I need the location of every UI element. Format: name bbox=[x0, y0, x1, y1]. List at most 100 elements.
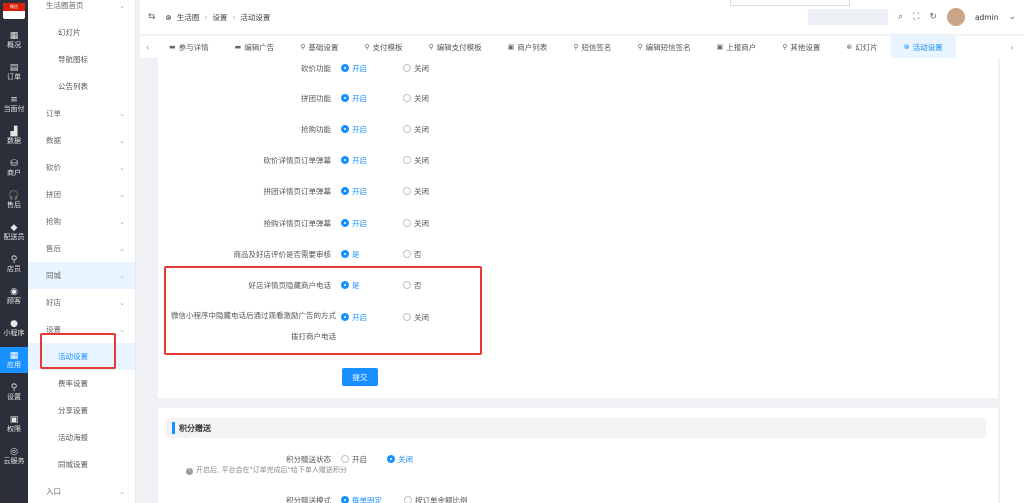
breadcrumb-item-2[interactable]: 设置 bbox=[212, 12, 227, 23]
rail-item[interactable]: ◆ 配送员 bbox=[0, 219, 28, 245]
refresh-icon[interactable]: ↻ bbox=[929, 12, 937, 22]
rail-item[interactable]: ▟ 数据 bbox=[0, 123, 28, 149]
rail-item[interactable]: ▦ 概况 bbox=[0, 27, 28, 53]
breadcrumb-item-1[interactable]: 生活圈 bbox=[177, 12, 200, 23]
option-on-radio[interactable]: 开启 bbox=[341, 155, 391, 166]
tab-label: 编辑短信签名 bbox=[645, 42, 691, 52]
tab[interactable]: ⊗ 幻灯片 bbox=[833, 36, 890, 58]
rail-item[interactable]: ◉ 顾客 bbox=[0, 283, 28, 309]
subnav-group-item[interactable]: 砍价 ⌄ bbox=[28, 154, 135, 181]
option-on-radio[interactable]: 开启 bbox=[341, 63, 391, 74]
subnav-group-item[interactable]: 入口 ⌄ bbox=[28, 478, 135, 503]
sidebar-toggle-icon[interactable]: ⇆ bbox=[148, 12, 156, 22]
rail-item[interactable]: ▣ 权限 bbox=[0, 411, 28, 437]
option-off-radio[interactable]: 关闭 bbox=[403, 186, 453, 197]
tab[interactable]: ⚲ 短信签名 bbox=[560, 36, 624, 58]
subnav-group-item[interactable]: 生活圈首页 ⌄ bbox=[28, 0, 135, 19]
breadcrumb-separator: › bbox=[232, 12, 236, 22]
avatar[interactable] bbox=[946, 8, 965, 26]
subnav-child-item[interactable]: 活动海报 bbox=[28, 424, 135, 451]
tab[interactable]: ⚲ 其他设置 bbox=[769, 36, 833, 58]
rail-item[interactable]: ● 小程序 bbox=[0, 315, 28, 341]
rail-item[interactable]: ◎ 云服务 bbox=[0, 443, 28, 469]
subnav-group-item[interactable]: 拼团 ⌄ bbox=[28, 181, 135, 208]
subnav-child-item[interactable]: 分享设置 bbox=[28, 397, 135, 424]
option-on-radio[interactable]: 开启 bbox=[341, 218, 391, 229]
subnav-group-item[interactable]: 同城 ⌄ bbox=[28, 262, 135, 289]
subnav-child-item[interactable]: 公告列表 bbox=[28, 73, 135, 100]
option-off-radio[interactable]: 关闭 bbox=[403, 218, 453, 229]
subnav-child-item[interactable]: 导航图标 bbox=[28, 46, 135, 73]
option-on-radio[interactable]: 开启 bbox=[341, 93, 391, 104]
rail-item[interactable]: ▤ 订单 bbox=[0, 59, 28, 85]
subnav-label: 导航图标 bbox=[58, 55, 88, 64]
tab[interactable]: ⚲ 编辑支付模板 bbox=[416, 36, 495, 58]
rail-item[interactable]: ≡ 当面付 bbox=[0, 91, 28, 117]
subnav-child-item[interactable]: 幻灯片 bbox=[28, 19, 135, 46]
subnav-label: 幻灯片 bbox=[58, 28, 81, 37]
tab[interactable]: ▬ 参与详情 bbox=[156, 36, 222, 58]
chevron-down-icon: ⌄ bbox=[119, 298, 125, 307]
option-off-radio[interactable]: 关闭 bbox=[403, 63, 453, 74]
tab[interactable]: ▬ 编辑广告 bbox=[222, 36, 288, 58]
tab[interactable]: ⚲ 支付模板 bbox=[351, 36, 415, 58]
rail-icon: ≡ bbox=[10, 94, 18, 105]
tab[interactable]: ▣ 上报商户 bbox=[704, 36, 770, 58]
subnav-child-item[interactable]: 同城设置 bbox=[28, 451, 135, 478]
subnav-child-item[interactable]: 费率设置 bbox=[28, 370, 135, 397]
secondary-sidebar: 生活圈首页 ⌄ 幻灯片 导航图标 公告列表 订单 ⌄ 数据 ⌄ 砍价 ⌄ 拼团 ⌄ 抢购 ⌄ 售后 ⌄ 同城 ⌄ 好店… bbox=[28, 0, 136, 503]
info-icon: ! bbox=[186, 468, 193, 475]
subnav-group-item[interactable]: 售后 ⌄ bbox=[28, 235, 135, 262]
rail-item[interactable]: ⚲ 设置 bbox=[0, 379, 28, 405]
fullscreen-icon[interactable]: ⛶ bbox=[913, 12, 919, 22]
rail-icon: ▣ bbox=[9, 414, 19, 425]
submit-button[interactable]: 提交 bbox=[342, 368, 378, 386]
form-row-label: 砍价功能 bbox=[301, 63, 331, 73]
section-title: 积分赠送 bbox=[179, 423, 211, 433]
rail-icon: ⛁ bbox=[10, 158, 18, 169]
points-status-off-radio[interactable]: 关闭 bbox=[387, 454, 437, 465]
search-icon[interactable]: ⌕ bbox=[898, 12, 903, 22]
option-off-radio[interactable]: 否 bbox=[403, 249, 453, 260]
rail-icon: ◎ bbox=[10, 446, 18, 457]
rail-label: 售后 bbox=[7, 200, 21, 209]
points-mode-ratio-radio[interactable]: 按订单金额比例 bbox=[404, 495, 484, 503]
form-row: 拼团详情页订单弹幕 开启 关闭 bbox=[158, 184, 998, 198]
option-on-radio[interactable]: 开启 bbox=[341, 124, 391, 135]
tabs-scroll-left-icon[interactable]: ‹ bbox=[146, 43, 156, 52]
subnav-group-item[interactable]: 订单 ⌄ bbox=[28, 100, 135, 127]
tabs-scroll-right-icon[interactable]: › bbox=[1000, 36, 1024, 58]
tab[interactable]: ⚲ 编辑短信签名 bbox=[624, 36, 703, 58]
tab[interactable]: ▣ 商户列表 bbox=[495, 36, 561, 58]
tab-label: 编辑支付模板 bbox=[436, 42, 482, 52]
option-on-radio[interactable]: 开启 bbox=[341, 186, 391, 197]
points-status-on-radio[interactable]: 开启 bbox=[341, 454, 391, 465]
points-mode-fixed-radio[interactable]: 每单固定 bbox=[341, 495, 399, 503]
tab-label: 幻灯片 bbox=[855, 42, 878, 52]
chevron-down-icon: ⌄ bbox=[119, 163, 125, 172]
tab[interactable]: ⚲ 基础设置 bbox=[287, 36, 351, 58]
rail-item[interactable]: ▦ 应用 bbox=[0, 347, 28, 373]
subnav-label: 活动海报 bbox=[58, 433, 88, 442]
subnav-label: 售后 bbox=[46, 244, 61, 253]
username[interactable]: admin bbox=[975, 13, 999, 22]
option-on-radio[interactable]: 是 bbox=[341, 249, 391, 260]
subnav-group-item[interactable]: 抢购 ⌄ bbox=[28, 208, 135, 235]
subnav-group-item[interactable]: 数据 ⌄ bbox=[28, 127, 135, 154]
subnav-label: 抢购 bbox=[46, 217, 61, 226]
option-off-radio[interactable]: 关闭 bbox=[403, 124, 453, 135]
option-off-radio[interactable]: 关闭 bbox=[403, 155, 453, 166]
form-row-label: 拼团详情页订单弹幕 bbox=[263, 186, 332, 196]
subnav-label: 入口 bbox=[46, 487, 61, 496]
rail-item[interactable]: ⛁ 商户 bbox=[0, 155, 28, 181]
chevron-down-icon[interactable]: ⌄ bbox=[1008, 12, 1016, 22]
tab[interactable]: ⊗ 活动设置 bbox=[890, 36, 956, 58]
breadcrumb-close-icon[interactable]: ⊗ bbox=[166, 13, 172, 22]
subnav-group-item[interactable]: 好店 ⌄ bbox=[28, 289, 135, 316]
rail-item[interactable]: 🎧 售后 bbox=[0, 187, 28, 213]
rail-label: 商户 bbox=[7, 168, 21, 177]
subnav-label: 砍价 bbox=[46, 163, 61, 172]
rail-label: 当面付 bbox=[3, 104, 25, 113]
option-off-radio[interactable]: 关闭 bbox=[403, 93, 453, 104]
rail-item[interactable]: ⚲ 店员 bbox=[0, 251, 28, 277]
